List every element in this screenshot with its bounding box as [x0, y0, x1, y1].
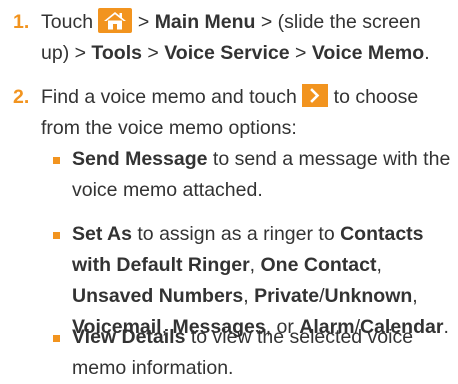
step-number: 2. — [13, 86, 30, 108]
home-icon — [98, 8, 133, 33]
voice-memo-label: Voice Memo — [311, 42, 425, 64]
step-text: Find a voice memo and touch to choose fr… — [41, 84, 419, 139]
bullet-marker — [53, 335, 60, 342]
bullet-marker — [53, 157, 60, 164]
option-title: Send Message — [72, 148, 208, 170]
tools-label: Tools — [91, 42, 142, 64]
main-menu-label: Main Menu — [154, 11, 256, 33]
instruction-page: 1. Touch > Main Menu > (slide the screen… — [0, 0, 458, 379]
option-title: View Details — [72, 326, 186, 348]
option-title: Set As — [72, 223, 132, 245]
step-text: Touch > Main Menu > (slide the screen up… — [41, 7, 452, 69]
step-number: 1. — [13, 11, 30, 33]
bullet-marker — [53, 232, 60, 239]
chevron-right-icon — [302, 84, 329, 107]
voice-service-label: Voice Service — [164, 42, 290, 64]
